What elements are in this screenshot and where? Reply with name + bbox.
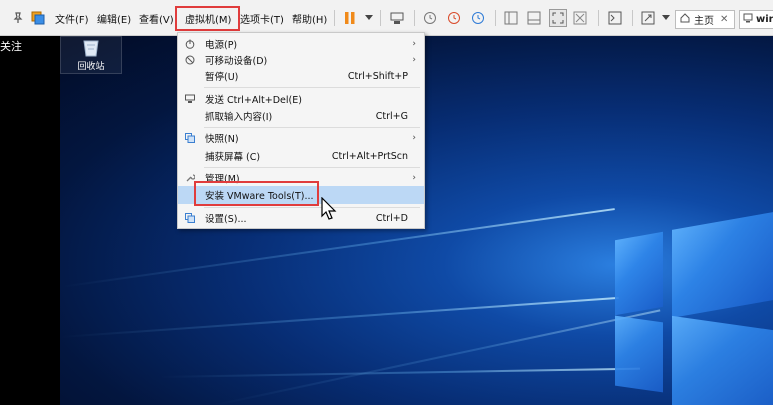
home-icon [680, 13, 690, 26]
menu-help[interactable]: 帮助(H) [292, 0, 327, 36]
revert-snapshot-icon[interactable] [446, 10, 462, 26]
menu-tabs[interactable]: 选项卡(T) [240, 0, 284, 36]
thumbnail-bar-icon[interactable] [526, 10, 542, 26]
menu-item-label: 设置(S)... [205, 214, 247, 225]
tab-home[interactable]: 主页 ✕ [675, 10, 735, 29]
tab-home-label: 主页 [694, 16, 714, 27]
fullscreen-icon[interactable] [549, 9, 567, 27]
tab-vm[interactable]: win [739, 10, 773, 29]
light-beam [160, 367, 640, 378]
removable-device-icon [184, 54, 196, 66]
library-icon[interactable] [30, 10, 46, 26]
toolbar-separator [495, 10, 496, 26]
chevron-down-icon[interactable] [361, 10, 377, 26]
menu-item-shortcut: Ctrl+Alt+PrtScn [331, 150, 408, 162]
stretch-icon[interactable] [640, 10, 656, 26]
menu-item-capture-screen[interactable]: 捕获屏幕 (C) Ctrl+Alt+PrtScn [178, 147, 424, 165]
left-panel [0, 36, 60, 405]
menu-separator [204, 87, 420, 88]
menu-view[interactable]: 查看(V) [139, 0, 174, 36]
menu-item-shortcut: Ctrl+Shift+P [347, 70, 408, 82]
menu-item-settings[interactable]: 设置(S)... Ctrl+D [178, 209, 424, 227]
windows-logo-pane [615, 315, 663, 393]
menu-item-label: 可移动设备(D) [205, 56, 268, 67]
vmware-toolbar: 文件(F) 编辑(E) 查看(V) 虚拟机(M) 选项卡(T) 帮助(H) 主页… [0, 0, 773, 36]
send-keys-icon [184, 93, 196, 105]
menu-separator [204, 207, 420, 208]
menu-edit[interactable]: 编辑(E) [97, 0, 131, 36]
send-keys-icon[interactable] [389, 10, 405, 26]
toolbar-separator [598, 10, 599, 26]
snapshot-manager-icon[interactable] [470, 10, 486, 26]
chevron-down-icon[interactable] [658, 10, 674, 26]
menu-item-label: 电源(P) [205, 40, 238, 51]
unity-icon[interactable] [572, 10, 588, 26]
menu-item-shortcut: Ctrl+D [375, 212, 408, 224]
settings-icon [184, 212, 196, 224]
chevron-right-icon: › [412, 55, 416, 65]
windows-logo-pane [672, 315, 773, 405]
toolbar-separator [380, 10, 381, 26]
vmware-tools-highlight-box [194, 181, 319, 206]
console-view-icon[interactable] [607, 10, 623, 26]
pause-icon[interactable] [342, 10, 358, 26]
vm-icon [743, 13, 753, 26]
windows-logo-pane [615, 231, 663, 316]
power-icon [184, 38, 196, 50]
menu-item-snapshot[interactable]: 快照(N) › [178, 129, 424, 147]
menu-item-send-ctrl-alt-del[interactable]: 发送 Ctrl+Alt+Del(E) [178, 90, 424, 108]
sidebar-toggle-icon[interactable] [503, 10, 519, 26]
tab-vm-label: win [756, 14, 773, 25]
menu-file[interactable]: 文件(F) [55, 0, 89, 36]
menu-item-pause[interactable]: 暂停(U) Ctrl+Shift+P [178, 67, 424, 85]
chevron-right-icon: › [412, 39, 416, 49]
left-panel-text: 关注 [0, 40, 22, 53]
chevron-right-icon: › [412, 133, 416, 143]
toolbar-separator [334, 10, 335, 26]
vm-menu-highlight-box [175, 6, 240, 31]
recycle-bin[interactable]: 回收站 [60, 36, 122, 74]
recycle-bin-icon [81, 39, 101, 60]
recycle-bin-label: 回收站 [77, 62, 105, 72]
toolbar-separator [414, 10, 415, 26]
mouse-cursor-icon [321, 196, 337, 224]
chevron-right-icon: › [412, 173, 416, 183]
close-icon[interactable]: ✕ [720, 14, 728, 25]
snapshot-icon [184, 132, 196, 144]
toolbar-separator [632, 10, 633, 26]
menu-item-label: 抓取输入内容(I) [205, 112, 273, 123]
menu-separator [204, 167, 420, 168]
menu-item-grab-input[interactable]: 抓取输入内容(I) Ctrl+G [178, 107, 424, 125]
windows-logo-pane [672, 212, 773, 318]
pin-icon[interactable] [10, 10, 26, 26]
menu-item-label: 捕获屏幕 (C) [205, 152, 261, 163]
menu-item-shortcut: Ctrl+G [375, 110, 408, 122]
light-beam [210, 309, 661, 405]
menu-item-label: 快照(N) [205, 134, 239, 145]
menu-item-label: 发送 Ctrl+Alt+Del(E) [205, 95, 302, 106]
snapshot-icon[interactable] [422, 10, 438, 26]
light-beam [60, 296, 619, 338]
menu-item-label: 暂停(U) [205, 72, 239, 83]
menu-separator [204, 127, 420, 128]
